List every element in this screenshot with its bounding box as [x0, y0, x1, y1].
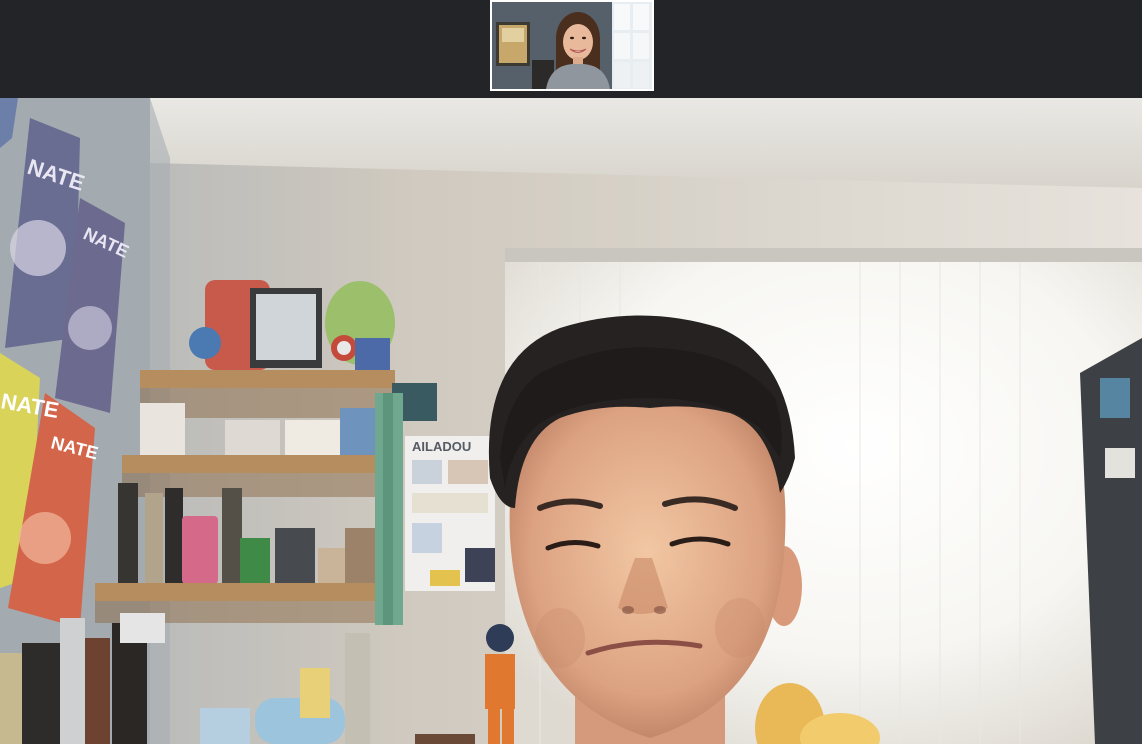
main-video-feed[interactable]: NATE NATE NATE NATE AILADOU — [0, 98, 1142, 744]
wall-sign-text: AILADOU — [412, 439, 471, 454]
wall-sign: AILADOU — [405, 436, 495, 591]
participant-thumbnail[interactable] — [490, 0, 654, 91]
participant-strip — [0, 0, 1142, 98]
speaker-video-scene: NATE NATE NATE NATE AILADOU — [0, 98, 1142, 744]
video-call-window: NATE NATE NATE NATE AILADOU — [0, 0, 1142, 744]
thumbnail-video-feed — [492, 2, 652, 89]
